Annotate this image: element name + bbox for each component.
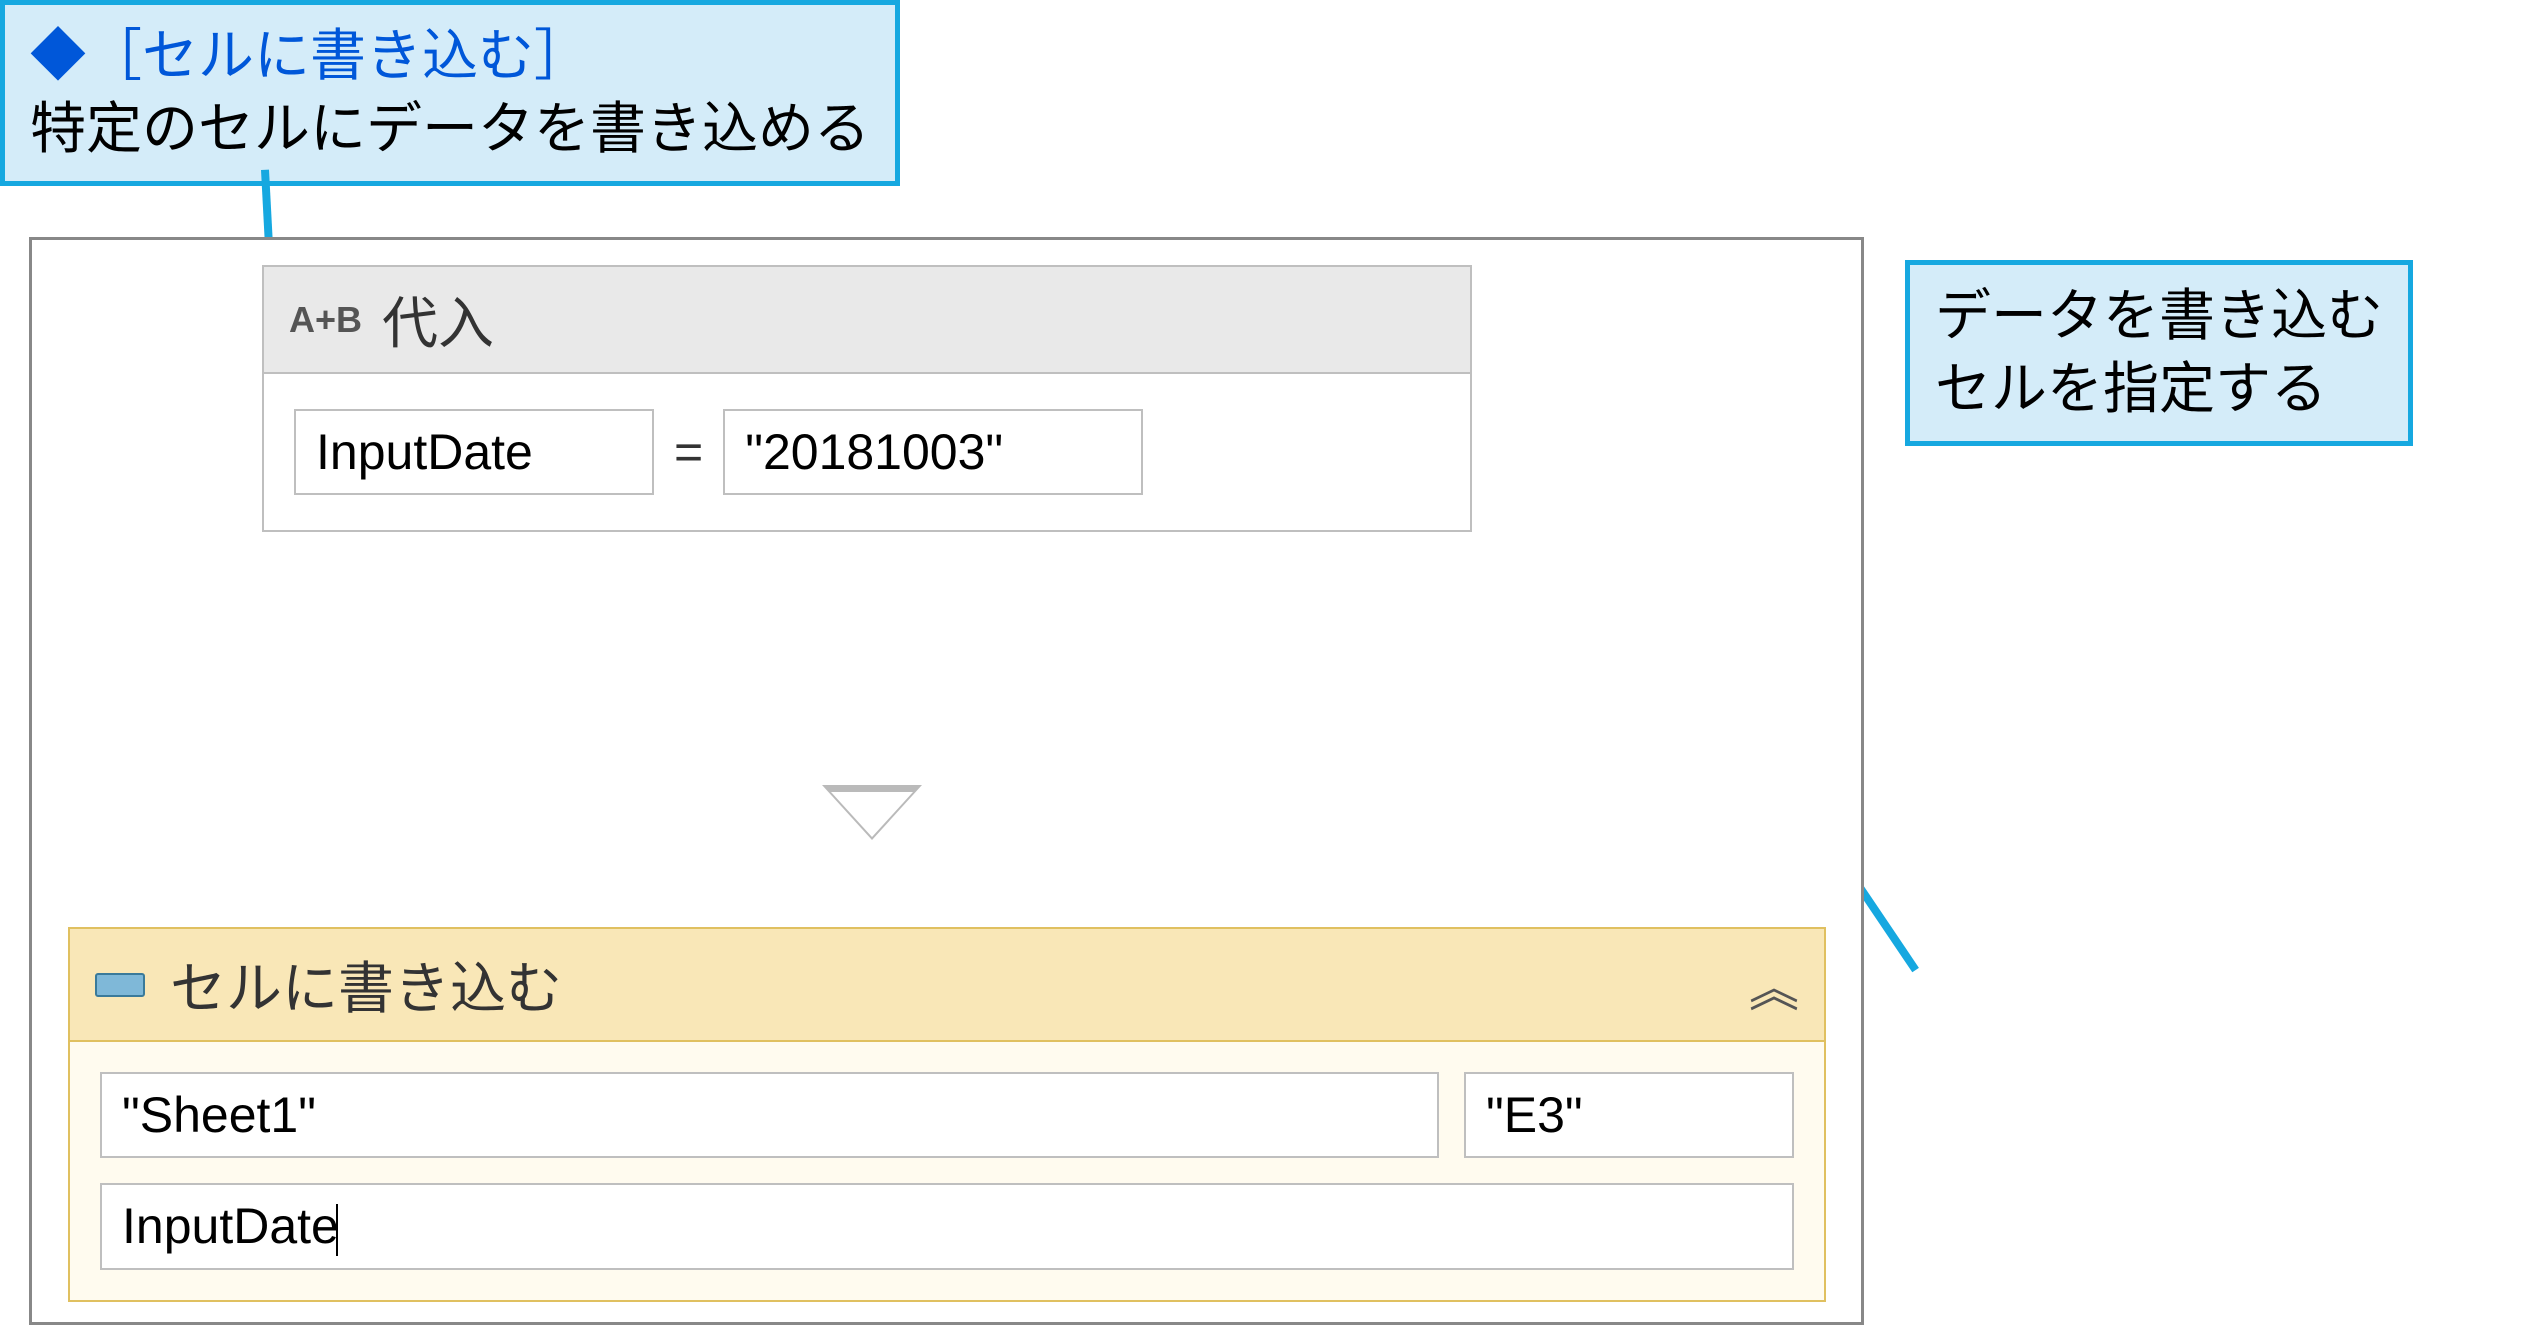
value-input[interactable]: InputDate [100,1183,1794,1270]
callout-bracket-text: ［セルに書き込む］ [86,24,590,87]
sheet-name-input[interactable]: "Sheet1" [100,1072,1439,1158]
write-cell-body: "Sheet1" "E3" InputDate [70,1042,1824,1300]
callout-top-desc: 特定のセルにデータを書き込める [30,97,870,160]
write-cell-icon [95,973,145,997]
write-cell-header: セルに書き込む ︽ [70,929,1824,1042]
cell-reference-input[interactable]: "E3" [1464,1072,1794,1158]
text-caret [336,1204,338,1256]
assign-header: A+B 代入 [264,267,1470,374]
equals-sign: = [674,423,703,481]
assign-icon: A+B [289,299,362,341]
write-cell-row: "Sheet1" "E3" [100,1072,1794,1158]
assign-title: 代入 [382,279,494,360]
callout-right-line1: データを書き込む [1935,284,2383,347]
flow-arrow-icon [822,785,922,840]
collapse-icon[interactable]: ︽ [1749,949,1799,1021]
assign-activity[interactable]: A+B 代入 InputDate = "20181003" [262,265,1472,532]
callout-right-line2: セルを指定する [1935,357,2327,420]
diamond-icon: ◆ [30,24,86,87]
write-header-left: セルに書き込む [95,944,562,1025]
assign-variable-input[interactable]: InputDate [294,409,654,495]
workflow-panel: A+B 代入 InputDate = "20181003" セルに書き込む ︽ … [29,237,1864,1325]
assign-value-input[interactable]: "20181003" [723,409,1143,495]
write-cell-activity[interactable]: セルに書き込む ︽ "Sheet1" "E3" InputDate [68,927,1826,1302]
callout-specify-cell: データを書き込む セルを指定する [1905,260,2413,446]
value-input-text: InputDate [122,1198,339,1254]
write-cell-title: セルに書き込む [170,944,562,1025]
callout-write-cell: ◆［セルに書き込む］ 特定のセルにデータを書き込める [0,0,900,186]
assign-body: InputDate = "20181003" [264,374,1470,530]
